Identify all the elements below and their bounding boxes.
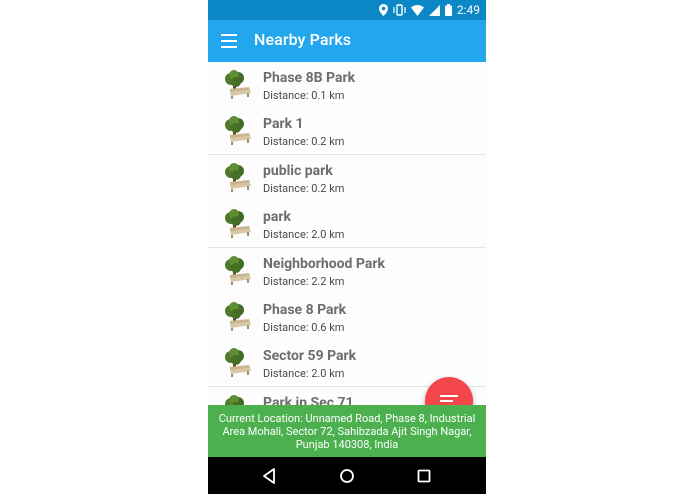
status-icons: 2:49 bbox=[378, 0, 480, 20]
location-icon bbox=[378, 4, 388, 16]
status-bar: 2:49 bbox=[208, 0, 486, 20]
park-name: Phase 8 Park bbox=[263, 302, 347, 318]
list-item[interactable]: Phase 8B Park Distance: 0.1 km bbox=[208, 62, 486, 109]
recents-icon[interactable] bbox=[415, 467, 433, 485]
park-bench-tree-icon bbox=[225, 70, 251, 99]
current-location-text: Current Location: Unnamed Road, Phase 8,… bbox=[218, 411, 476, 451]
current-location-bar: Current Location: Unnamed Road, Phase 8,… bbox=[208, 405, 486, 457]
page-title: Nearby Parks bbox=[254, 30, 352, 49]
park-name: Park in Sec 71 bbox=[263, 394, 354, 405]
park-bench-tree-icon bbox=[225, 116, 251, 146]
park-bench-tree-icon bbox=[225, 162, 251, 192]
park-distance: Distance: 0.6 km bbox=[263, 321, 345, 334]
list-item[interactable]: Phase 8 Park Distance: 0.6 km bbox=[208, 294, 486, 341]
list-item[interactable]: public park Distance: 0.2 km bbox=[208, 154, 486, 202]
park-distance: Distance: 0.2 km bbox=[263, 135, 345, 149]
hamburger-menu-icon[interactable] bbox=[221, 34, 237, 48]
list-item[interactable]: park Distance: 2.0 km bbox=[208, 201, 486, 249]
list-item[interactable]: Neighborhood Park Distance: 2.2 km bbox=[208, 247, 486, 295]
park-name: Park 1 bbox=[263, 116, 304, 133]
home-icon[interactable] bbox=[338, 467, 356, 485]
park-name: Neighborhood Park bbox=[263, 255, 385, 272]
parks-list[interactable]: Phase 8B Park Distance: 0.1 km Park 1 Di… bbox=[208, 62, 486, 405]
wifi-icon bbox=[410, 4, 424, 16]
park-bench-tree-icon bbox=[225, 394, 244, 405]
app-bar: Nearby Parks bbox=[208, 20, 486, 62]
park-distance: Distance: 2.0 km bbox=[263, 228, 345, 242]
sort-filter-icon bbox=[440, 395, 458, 397]
navigation-bar bbox=[208, 457, 486, 494]
park-bench-tree-icon bbox=[225, 255, 251, 285]
list-item[interactable]: Park 1 Distance: 0.2 km bbox=[208, 108, 486, 156]
park-distance: Distance: 0.1 km bbox=[263, 89, 345, 102]
signal-icon bbox=[428, 4, 440, 16]
park-bench-tree-icon bbox=[225, 348, 251, 378]
park-distance: Distance: 2.0 km bbox=[263, 367, 345, 381]
park-bench-tree-icon bbox=[225, 302, 251, 331]
park-name: public park bbox=[263, 162, 333, 179]
park-distance: Distance: 2.2 km bbox=[263, 274, 345, 288]
park-name: Phase 8B Park bbox=[263, 70, 356, 86]
back-icon[interactable] bbox=[260, 467, 278, 485]
park-name: park bbox=[263, 209, 291, 226]
park-name: Sector 59 Park bbox=[263, 348, 357, 365]
park-distance: Distance: 0.2 km bbox=[263, 181, 345, 195]
park-bench-tree-icon bbox=[225, 209, 251, 239]
battery-icon bbox=[444, 4, 452, 16]
status-time: 2:49 bbox=[456, 3, 480, 17]
phone-screen: 2:49 Nearby Parks Phase 8B Park Distance… bbox=[208, 0, 486, 494]
vibrate-icon bbox=[393, 4, 406, 16]
